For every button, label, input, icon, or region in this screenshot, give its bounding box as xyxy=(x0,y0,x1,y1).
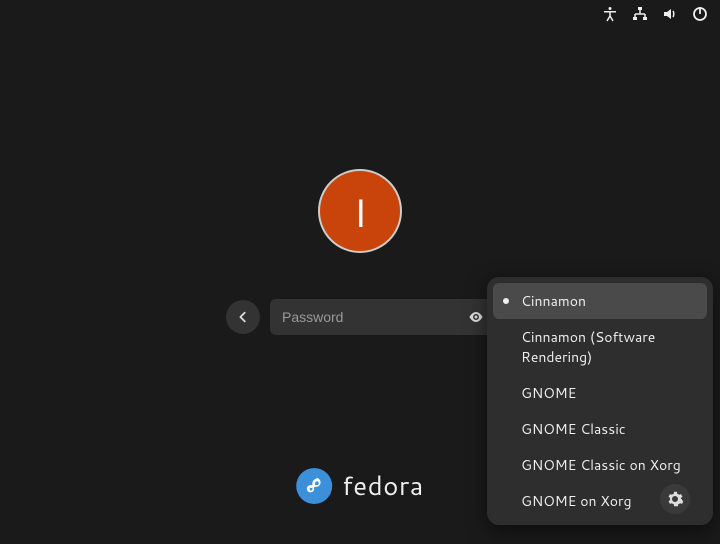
session-settings-button[interactable] xyxy=(660,484,690,514)
volume-icon[interactable] xyxy=(662,6,678,22)
fedora-logo-icon xyxy=(296,468,332,504)
accessibility-icon[interactable] xyxy=(602,6,618,22)
password-input[interactable] xyxy=(270,299,494,335)
session-item[interactable]: Cinnamon (Software Rendering) xyxy=(493,319,707,375)
session-item-label: GNOME Classic on Xorg xyxy=(521,455,681,475)
bullet-icon xyxy=(503,344,509,350)
network-icon[interactable] xyxy=(632,6,648,22)
session-item-label: Cinnamon (Software Rendering) xyxy=(521,327,697,367)
top-panel xyxy=(590,0,720,28)
avatar-initial: I xyxy=(353,183,367,240)
bullet-icon xyxy=(503,498,509,504)
user-avatar: I xyxy=(318,169,402,253)
power-icon[interactable] xyxy=(692,6,708,22)
session-item[interactable]: GNOME xyxy=(493,375,707,411)
bullet-icon xyxy=(503,426,509,432)
back-button[interactable] xyxy=(226,300,260,334)
session-item[interactable]: GNOME Classic on Xorg xyxy=(493,447,707,483)
session-item[interactable]: Cinnamon xyxy=(493,283,707,319)
session-item-label: Cinnamon xyxy=(521,291,586,311)
session-item[interactable]: GNOME Classic xyxy=(493,411,707,447)
reveal-password-button[interactable] xyxy=(462,303,490,331)
gear-icon xyxy=(667,491,683,507)
eye-icon xyxy=(468,309,484,325)
bullet-icon xyxy=(503,390,509,396)
brand-text: fedora xyxy=(342,468,424,504)
chevron-left-icon xyxy=(236,310,250,324)
bullet-icon xyxy=(503,462,509,468)
session-item-label: GNOME Classic xyxy=(521,419,626,439)
session-item-label: GNOME on Xorg xyxy=(521,491,632,511)
session-item-label: GNOME xyxy=(521,383,576,403)
password-field xyxy=(270,299,494,335)
login-row xyxy=(226,299,494,335)
bullet-icon xyxy=(503,298,509,304)
distro-brand: fedora xyxy=(296,468,424,504)
